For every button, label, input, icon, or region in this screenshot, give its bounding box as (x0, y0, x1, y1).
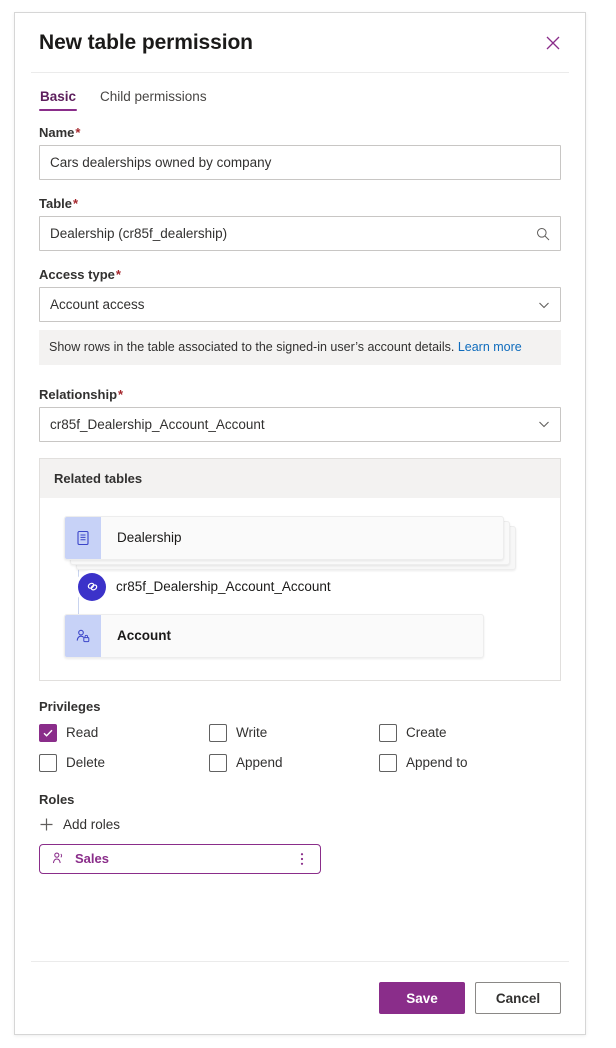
access-type-label: Access type* (39, 267, 561, 282)
checkbox-append-box[interactable] (209, 753, 227, 772)
checkbox-read[interactable]: Read (39, 723, 209, 742)
add-roles-button[interactable]: Add roles (39, 817, 120, 832)
plus-icon (40, 818, 53, 831)
source-table-card[interactable]: Dealership (64, 515, 504, 560)
tab-child-permissions[interactable]: Child permissions (99, 89, 208, 111)
relationship-label-text: Relationship (39, 386, 118, 402)
access-type-required-mark: * (115, 267, 121, 282)
relationship-value: cr85f_Dealership_Account_Account (50, 416, 265, 432)
dialog-footer: Save Cancel (15, 962, 585, 1034)
source-table-card-stack: Dealership (64, 515, 516, 570)
dialog-body: Name* Cars dealerships owned by company … (15, 111, 585, 961)
checkbox-append-to-label: Append to (406, 755, 468, 771)
target-table-card[interactable]: Account (64, 613, 484, 658)
privileges-grid: Read Write Create Delete Append Append t… (39, 723, 561, 772)
link-icon (78, 572, 106, 601)
chevron-down-icon[interactable] (538, 299, 550, 311)
related-tables-title: Related tables (40, 458, 560, 498)
source-table-node[interactable]: Dealership (64, 515, 546, 570)
checkbox-create[interactable]: Create (379, 723, 561, 742)
access-type-dropdown[interactable]: Account access (39, 287, 561, 322)
roles-label: Roles (39, 791, 75, 807)
checkbox-read-label: Read (66, 725, 99, 741)
dialog-header: New table permission (15, 13, 585, 72)
checkbox-append[interactable]: Append (209, 753, 379, 772)
target-table-card-wrap: Account (64, 613, 484, 658)
table-label: Table* (39, 196, 561, 211)
checkbox-delete[interactable]: Delete (39, 753, 209, 772)
name-input[interactable]: Cars dealerships owned by company (39, 145, 561, 180)
more-vertical-icon[interactable] (294, 852, 310, 866)
table-input-value: Dealership (cr85f_dealership) (50, 226, 228, 241)
relationship-required-mark: * (118, 386, 124, 402)
table-required-mark: * (73, 196, 79, 211)
relationship-label: Relationship* (39, 387, 561, 402)
target-table-label: Account (117, 628, 171, 644)
checkbox-append-to-box[interactable] (379, 753, 397, 772)
checkbox-read-box[interactable] (39, 723, 57, 742)
new-table-permission-dialog: New table permission Basic Child permiss… (14, 12, 586, 1035)
name-label: Name* (39, 125, 561, 140)
tab-bar: Basic Child permissions (15, 73, 585, 111)
cancel-button[interactable]: Cancel (475, 982, 561, 1014)
field-access-type: Access type* Account access Show rows in… (39, 267, 561, 365)
learn-more-link[interactable]: Learn more (458, 340, 522, 354)
access-type-label-text: Access type (39, 267, 115, 282)
checkbox-create-box[interactable] (379, 723, 397, 742)
account-icon (65, 614, 101, 657)
table-icon (65, 516, 101, 559)
add-roles-label: Add roles (63, 816, 121, 832)
privileges-section: Privileges Read Write Create Delete Appe… (39, 699, 561, 772)
role-chip-label: Sales (75, 851, 109, 867)
field-relationship: Relationship* cr85f_Dealership_Account_A… (39, 387, 561, 442)
relationship-dropdown[interactable]: cr85f_Dealership_Account_Account (39, 406, 561, 442)
chevron-down-icon[interactable] (538, 418, 550, 430)
save-button[interactable]: Save (379, 982, 465, 1014)
checkbox-write-box[interactable] (209, 723, 227, 742)
checkbox-append-to[interactable]: Append to (379, 753, 561, 772)
access-type-hint-text: Show rows in the table associated to the… (49, 340, 455, 354)
person-icon (52, 852, 63, 864)
checkbox-write-label: Write (236, 725, 268, 741)
relationship-node[interactable]: cr85f_Dealership_Account_Account (64, 572, 546, 602)
checkbox-delete-label: Delete (66, 755, 106, 771)
relationship-node-label: cr85f_Dealership_Account_Account (116, 579, 331, 595)
privileges-label: Privileges (39, 698, 101, 714)
search-icon[interactable] (536, 227, 550, 241)
name-input-value: Cars dealerships owned by company (50, 155, 272, 170)
name-required-mark: * (75, 125, 81, 140)
close-button[interactable] (537, 27, 569, 59)
table-lookup-input[interactable]: Dealership (cr85f_dealership) (39, 216, 561, 251)
role-chip-sales[interactable]: Sales (39, 843, 321, 874)
checkbox-create-label: Create (406, 725, 447, 741)
table-label-text: Table (39, 196, 72, 211)
checkbox-delete-box[interactable] (39, 753, 57, 772)
target-table-node[interactable]: Account (64, 613, 546, 658)
access-type-value: Account access (50, 297, 145, 312)
field-name: Name* Cars dealerships owned by company (39, 125, 561, 180)
tab-basic[interactable]: Basic (39, 89, 78, 111)
related-tables-panel: Related tables Dealership cr85f_Dealersh… (39, 457, 561, 681)
check-icon (43, 729, 53, 737)
page-title: New table permission (39, 30, 253, 54)
close-icon (546, 36, 560, 49)
roles-section: Roles Add roles Sales (39, 792, 561, 874)
source-table-label: Dealership (117, 530, 182, 546)
related-tables-diagram: Dealership cr85f_Dealership_Account_Acco… (40, 498, 560, 680)
access-type-hint: Show rows in the table associated to the… (39, 330, 561, 365)
field-table: Table* Dealership (cr85f_dealership) (39, 196, 561, 251)
name-label-text: Name (39, 125, 75, 140)
checkbox-write[interactable]: Write (209, 723, 379, 742)
checkbox-append-label: Append (236, 755, 283, 771)
